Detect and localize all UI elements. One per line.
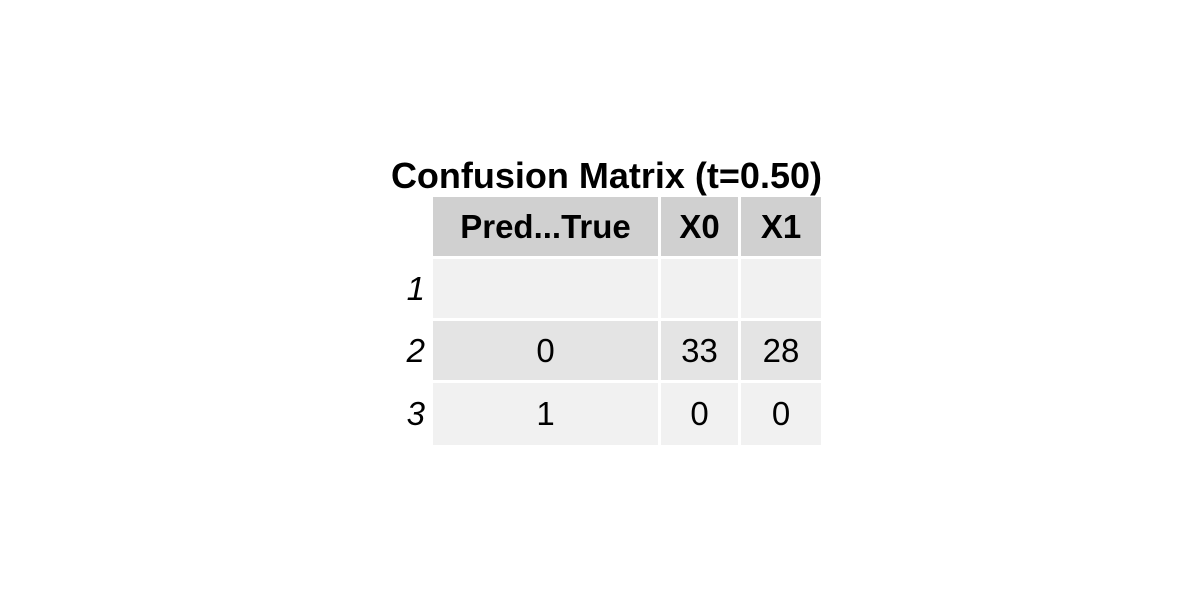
- table-corner: [376, 197, 433, 259]
- table-cell: 0: [661, 383, 741, 445]
- column-header: Pred...True: [433, 197, 661, 259]
- table-cell: 1: [433, 383, 661, 445]
- table-cell: [433, 259, 661, 321]
- row-name: 2: [376, 321, 433, 383]
- row-name: 1: [376, 259, 433, 321]
- table-cell: 28: [741, 321, 821, 383]
- column-header: X1: [741, 197, 821, 259]
- table-title: Confusion Matrix (t=0.50): [390, 155, 822, 196]
- table-cell: [661, 259, 741, 321]
- row-name: 3: [376, 383, 433, 445]
- confusion-matrix-table: Pred...True X0 X1 1 2 0 33 28 3 1 0 0: [376, 197, 821, 445]
- table-cell: 33: [661, 321, 741, 383]
- column-header: X0: [661, 197, 741, 259]
- table-title-container: Confusion Matrix (t=0.50): [376, 155, 822, 197]
- table-cell: 0: [741, 383, 821, 445]
- table-cell: [741, 259, 821, 321]
- table-cell: 0: [433, 321, 661, 383]
